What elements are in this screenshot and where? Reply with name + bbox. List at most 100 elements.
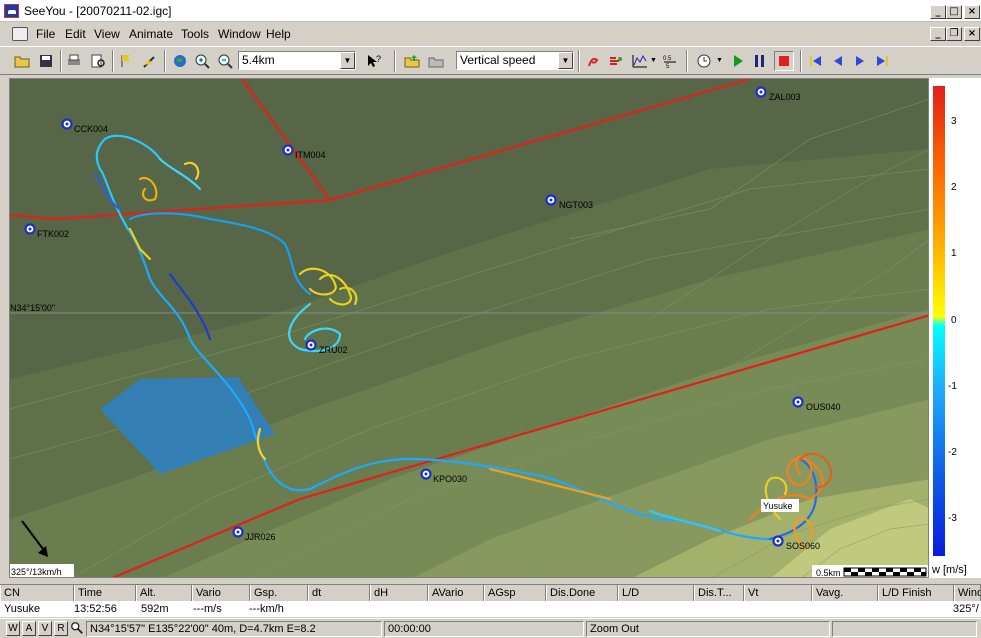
column-header-dis-t[interactable]: Dis.T... <box>694 585 744 601</box>
status-extra <box>832 621 977 637</box>
zoom-out-icon[interactable] <box>215 51 235 71</box>
column-header-dh[interactable]: dH <box>370 585 428 601</box>
column-header-vt[interactable]: Vt <box>744 585 812 601</box>
pause-icon[interactable] <box>750 51 770 71</box>
column-header-wind[interactable]: Wind <box>954 585 981 601</box>
column-header-ld-finish[interactable]: L/D Finish <box>878 585 954 601</box>
scale-label: 0.5km <box>816 568 841 578</box>
step-forward-icon[interactable] <box>850 51 870 71</box>
column-header-dt[interactable]: dt <box>308 585 370 601</box>
toolbar-separator <box>60 50 62 72</box>
legend-tick: 3 <box>951 116 957 127</box>
menu-animate[interactable]: Animate <box>129 27 173 41</box>
app-icon[interactable] <box>4 4 19 18</box>
cell-wind: 325°/ <box>953 603 979 615</box>
column-header-avario[interactable]: AVario <box>428 585 484 601</box>
menu-help[interactable]: Help <box>266 27 291 41</box>
magnifier-icon[interactable] <box>70 621 86 636</box>
chevron-down-icon[interactable]: ▼ <box>340 52 355 69</box>
column-header-vavg[interactable]: Vavg. <box>812 585 878 601</box>
legend-tick: 1 <box>951 248 957 259</box>
toolbar: 5.4km ▼ ? Vertical speed ▼ ▼ 0.5 5 ▼ <box>0 46 981 75</box>
svg-text:NGT003: NGT003 <box>559 200 593 210</box>
menu-view[interactable]: View <box>94 27 120 41</box>
close-button[interactable]: × <box>964 5 980 19</box>
menu-edit[interactable]: Edit <box>65 27 86 41</box>
toolbar-separator <box>112 50 114 72</box>
pilot-label[interactable]: Yusuke <box>763 501 793 511</box>
zoom-select[interactable]: 5.4km ▼ <box>238 51 356 70</box>
svg-text:FTK002: FTK002 <box>37 229 69 239</box>
step-back-icon[interactable] <box>828 51 848 71</box>
legend-tick: -3 <box>948 513 957 524</box>
export-icon[interactable] <box>426 51 446 71</box>
legend-tick: 0 <box>951 315 957 326</box>
cursor-position: N34°15'57" E135°22'00" 40m, D=4.7km E=8.… <box>86 621 382 637</box>
status-action: Zoom Out <box>586 621 830 637</box>
globe-icon[interactable] <box>170 51 190 71</box>
status-button-r[interactable]: R <box>54 621 68 636</box>
flag-icon[interactable] <box>116 51 136 71</box>
svg-text:5: 5 <box>666 64 670 69</box>
child-restore-button[interactable]: ❐ <box>946 27 962 41</box>
help-cursor-icon[interactable]: ? <box>364 51 384 71</box>
barogram-icon[interactable] <box>630 51 650 71</box>
column-header-dis-done[interactable]: Dis.Done <box>546 585 618 601</box>
clock-icon[interactable] <box>694 51 714 71</box>
chevron-down-icon[interactable]: ▼ <box>558 52 573 69</box>
zoom-in-icon[interactable] <box>192 51 212 71</box>
svg-text:?: ? <box>376 54 381 64</box>
toolbar-separator <box>164 50 166 72</box>
child-close-button[interactable]: × <box>964 27 980 41</box>
import-icon[interactable] <box>402 51 422 71</box>
vario-legend: 3 2 1 0 -1 -2 -3 w [m/s] <box>929 78 981 578</box>
minimize-button[interactable]: _ <box>930 5 946 19</box>
statistics-icon[interactable]: 0.5 5 <box>660 51 680 71</box>
status-button-w[interactable]: W <box>6 621 20 636</box>
svg-text:KPO030: KPO030 <box>433 474 467 484</box>
child-minimize-button[interactable]: _ <box>930 27 946 41</box>
legend-tick: -1 <box>948 381 957 392</box>
map-view[interactable]: CCK004 ITM004 ZAL003 NGT003 FTK002 ZRU02… <box>9 78 929 578</box>
document-icon[interactable] <box>12 27 28 41</box>
chevron-down-icon[interactable]: ▼ <box>716 57 723 64</box>
column-header-cn[interactable]: CN <box>0 585 74 601</box>
chevron-down-icon[interactable]: ▼ <box>650 57 657 64</box>
toolbar-separator <box>394 50 396 72</box>
maximize-button[interactable]: □ <box>946 5 962 19</box>
svg-text:ITM004: ITM004 <box>295 150 326 160</box>
latitude-label: N34°15'00" <box>10 303 55 313</box>
menu-window[interactable]: Window <box>218 27 261 41</box>
svg-text:ZRU02: ZRU02 <box>319 345 348 355</box>
status-button-v[interactable]: V <box>38 621 52 636</box>
display-mode-select[interactable]: Vertical speed ▼ <box>456 51 574 70</box>
title-bar: SeeYou - [20070211-02.igc] _ □ × <box>0 0 981 22</box>
menu-tools[interactable]: Tools <box>181 27 209 41</box>
cell-gsp: ---km/h <box>249 603 284 615</box>
print-preview-icon[interactable] <box>88 51 108 71</box>
status-button-a[interactable]: A <box>22 621 36 636</box>
forward-end-icon[interactable] <box>872 51 892 71</box>
zoom-value: 5.4km <box>242 53 275 67</box>
svg-text:OUS040: OUS040 <box>806 402 841 412</box>
window-title: SeeYou - [20070211-02.igc] <box>24 4 172 18</box>
legend-unit: w [m/s] <box>932 564 967 576</box>
wind-icon[interactable] <box>606 51 626 71</box>
task-edit-icon[interactable] <box>140 51 160 71</box>
print-icon[interactable] <box>64 51 84 71</box>
rewind-start-icon[interactable] <box>806 51 826 71</box>
column-header-alt[interactable]: Alt. <box>136 585 192 601</box>
column-header-agsp[interactable]: AGsp <box>484 585 546 601</box>
table-row[interactable]: Yusuke 13:52:56 592m ---m/s ---km/h 325°… <box>0 601 981 617</box>
menu-file[interactable]: File <box>36 27 55 41</box>
column-header-vario[interactable]: Vario <box>192 585 250 601</box>
stop-icon[interactable] <box>774 51 794 71</box>
column-header-time[interactable]: Time <box>74 585 136 601</box>
svg-text:CCK004: CCK004 <box>74 124 108 134</box>
column-header-gsp[interactable]: Gsp. <box>250 585 308 601</box>
column-header-ld[interactable]: L/D <box>618 585 694 601</box>
thermal-icon[interactable] <box>584 51 604 71</box>
play-icon[interactable] <box>728 51 748 71</box>
save-icon[interactable] <box>36 51 56 71</box>
open-folder-icon[interactable] <box>12 51 32 71</box>
